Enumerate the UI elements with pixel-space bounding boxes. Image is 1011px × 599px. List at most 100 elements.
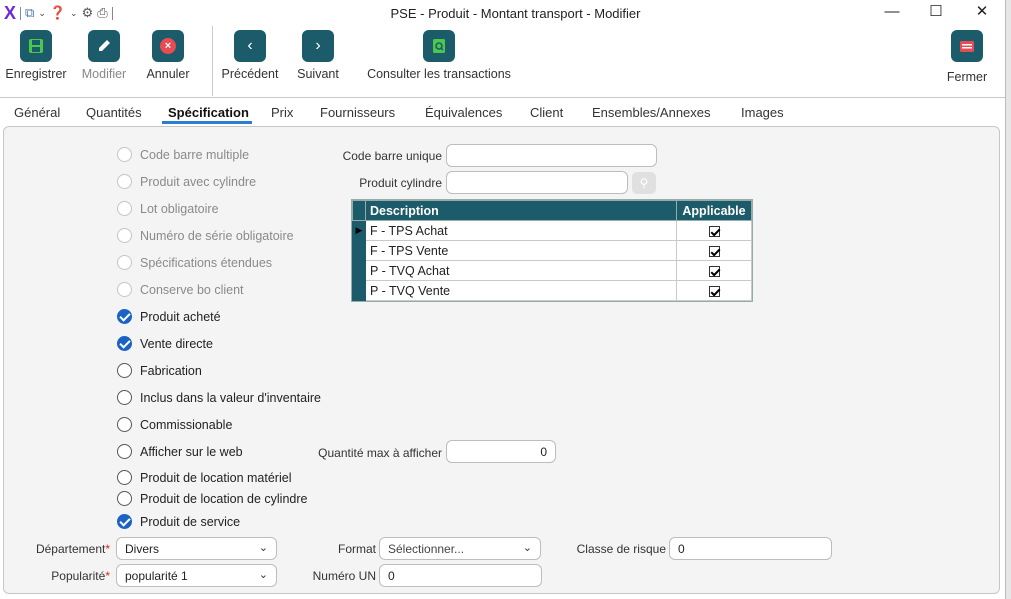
applicable-cell[interactable] <box>676 260 752 281</box>
row-header-cell[interactable]: ▶ <box>352 220 366 241</box>
code-barre-unique-input[interactable] <box>446 144 657 167</box>
tab-quantites[interactable]: Quantités <box>86 105 142 120</box>
format-label: Format <box>337 542 376 556</box>
option-checkbox[interactable] <box>117 470 132 485</box>
option-checkbox[interactable] <box>117 336 132 351</box>
row-header-cell[interactable] <box>352 260 366 281</box>
option-checkbox[interactable] <box>117 514 132 529</box>
save-label: Enregistrer <box>5 67 67 81</box>
table-row[interactable]: P - TVQ Achat <box>352 260 752 281</box>
grid-header-row: Description Applicable <box>352 200 752 221</box>
applicable-cell[interactable] <box>676 220 752 241</box>
next-label: Suivant <box>297 67 339 81</box>
option-row[interactable]: Produit de location de cylindre <box>117 491 307 506</box>
description-cell[interactable]: P - TVQ Achat <box>365 260 677 281</box>
produit-cylindre-label: Produit cylindre <box>359 176 442 190</box>
option-label: Produit acheté <box>140 309 221 324</box>
column-header-applicable[interactable]: Applicable <box>676 200 752 221</box>
option-checkbox[interactable] <box>117 363 132 378</box>
option-checkbox[interactable] <box>117 390 132 405</box>
description-cell[interactable]: P - TVQ Vente <box>365 280 677 301</box>
description-cell[interactable]: F - TPS Achat <box>365 220 677 241</box>
background-window-edge <box>1005 0 1011 599</box>
option-checkbox <box>117 282 132 297</box>
departement-label: Département* <box>10 542 110 556</box>
tab-images[interactable]: Images <box>741 105 784 120</box>
close-window-button[interactable]: ✕ <box>962 2 1002 24</box>
option-row: Spécifications étendues <box>117 255 272 270</box>
toolbar: Enregistrer Modifier × Annuler ‹ Précéde… <box>0 26 1005 98</box>
tab-client[interactable]: Client <box>530 105 563 120</box>
document-search-icon <box>423 30 455 62</box>
row-header-cell[interactable] <box>352 240 366 261</box>
applicable-checkbox[interactable] <box>708 245 720 257</box>
row-header-cell[interactable] <box>352 280 366 301</box>
option-checkbox[interactable] <box>117 309 132 324</box>
modify-label: Modifier <box>81 67 127 81</box>
pencil-icon <box>88 30 120 62</box>
window-title: PSE - Produit - Montant transport - Modi… <box>390 6 641 21</box>
option-row[interactable]: Fabrication <box>117 363 202 378</box>
quantite-max-label: Quantité max à afficher <box>318 446 442 460</box>
option-row[interactable]: Produit de location matériel <box>117 470 291 485</box>
column-header-description[interactable]: Description <box>365 200 677 221</box>
save-button[interactable]: Enregistrer <box>4 30 68 81</box>
option-row[interactable]: Inclus dans la valeur d'inventaire <box>117 390 321 405</box>
option-row: Lot obligatoire <box>117 201 219 216</box>
option-row[interactable]: Produit de service <box>117 514 240 529</box>
option-label: Inclus dans la valeur d'inventaire <box>140 390 321 405</box>
option-checkbox[interactable] <box>117 491 132 506</box>
option-row[interactable]: Produit acheté <box>117 309 221 324</box>
option-row: Produit avec cylindre <box>117 174 256 189</box>
format-select[interactable]: Sélectionner... ⌄ <box>379 537 541 560</box>
option-row[interactable]: Vente directe <box>117 336 213 351</box>
previous-button[interactable]: ‹ Précédent <box>219 30 281 81</box>
maximize-button[interactable]: ☐ <box>916 2 956 24</box>
applicable-checkbox[interactable] <box>708 285 720 297</box>
produit-cylindre-input[interactable] <box>446 171 628 194</box>
next-button[interactable]: › Suivant <box>296 30 340 81</box>
modify-button[interactable]: Modifier <box>78 30 130 81</box>
transactions-button[interactable]: Consulter les transactions <box>363 30 515 81</box>
option-row[interactable]: Afficher sur le web <box>117 444 243 459</box>
tab-specification[interactable]: Spécification <box>168 105 249 120</box>
tab-fournisseurs[interactable]: Fournisseurs <box>320 105 395 120</box>
tab-equivalences[interactable]: Équivalences <box>425 105 502 120</box>
close-button[interactable]: Fermer <box>944 30 990 84</box>
chevron-down-icon: ⌄ <box>522 542 532 554</box>
quantite-max-input[interactable]: 0 <box>446 440 556 463</box>
table-row[interactable]: P - TVQ Vente <box>352 280 752 301</box>
numero-un-input[interactable]: 0 <box>379 564 542 587</box>
option-label: Spécifications étendues <box>140 255 273 270</box>
close-form-icon <box>951 30 983 62</box>
option-label: Lot obligatoire <box>140 201 219 216</box>
popularite-select[interactable]: popularité 1 ⌄ <box>116 564 277 587</box>
current-row-arrow-icon: ▶ <box>353 225 365 236</box>
departement-select[interactable]: Divers ⌄ <box>116 537 277 560</box>
option-row[interactable]: Commissionable <box>117 417 232 432</box>
chevron-down-icon: ⌄ <box>258 542 268 554</box>
classe-risque-input[interactable]: 0 <box>669 537 832 560</box>
tab-ensembles-annexes[interactable]: Ensembles/Annexes <box>592 105 711 120</box>
option-checkbox[interactable] <box>117 444 132 459</box>
description-cell[interactable]: F - TPS Vente <box>365 240 677 261</box>
classe-risque-label: Classe de risque <box>576 542 666 556</box>
table-row[interactable]: F - TPS Vente <box>352 240 752 261</box>
applicable-cell[interactable] <box>676 280 752 301</box>
cancel-button[interactable]: × Annuler <box>144 30 192 81</box>
active-tab-indicator <box>162 121 252 124</box>
applicable-checkbox[interactable] <box>708 225 720 237</box>
tab-general[interactable]: Général <box>14 105 60 120</box>
option-row: Numéro de série obligatoire <box>117 228 294 243</box>
option-checkbox <box>117 201 132 216</box>
table-row[interactable]: ▶ F - TPS Achat <box>352 220 752 241</box>
option-checkbox[interactable] <box>117 417 132 432</box>
tab-prix[interactable]: Prix <box>271 105 293 120</box>
search-icon[interactable]: ⚲ <box>632 172 656 194</box>
chevron-left-icon: ‹ <box>234 30 266 62</box>
applicable-checkbox[interactable] <box>708 265 720 277</box>
popularite-label: Popularité* <box>10 569 110 583</box>
numero-un-label: Numéro UN <box>312 569 376 583</box>
minimize-button[interactable]: — <box>872 2 912 24</box>
applicable-cell[interactable] <box>676 240 752 261</box>
